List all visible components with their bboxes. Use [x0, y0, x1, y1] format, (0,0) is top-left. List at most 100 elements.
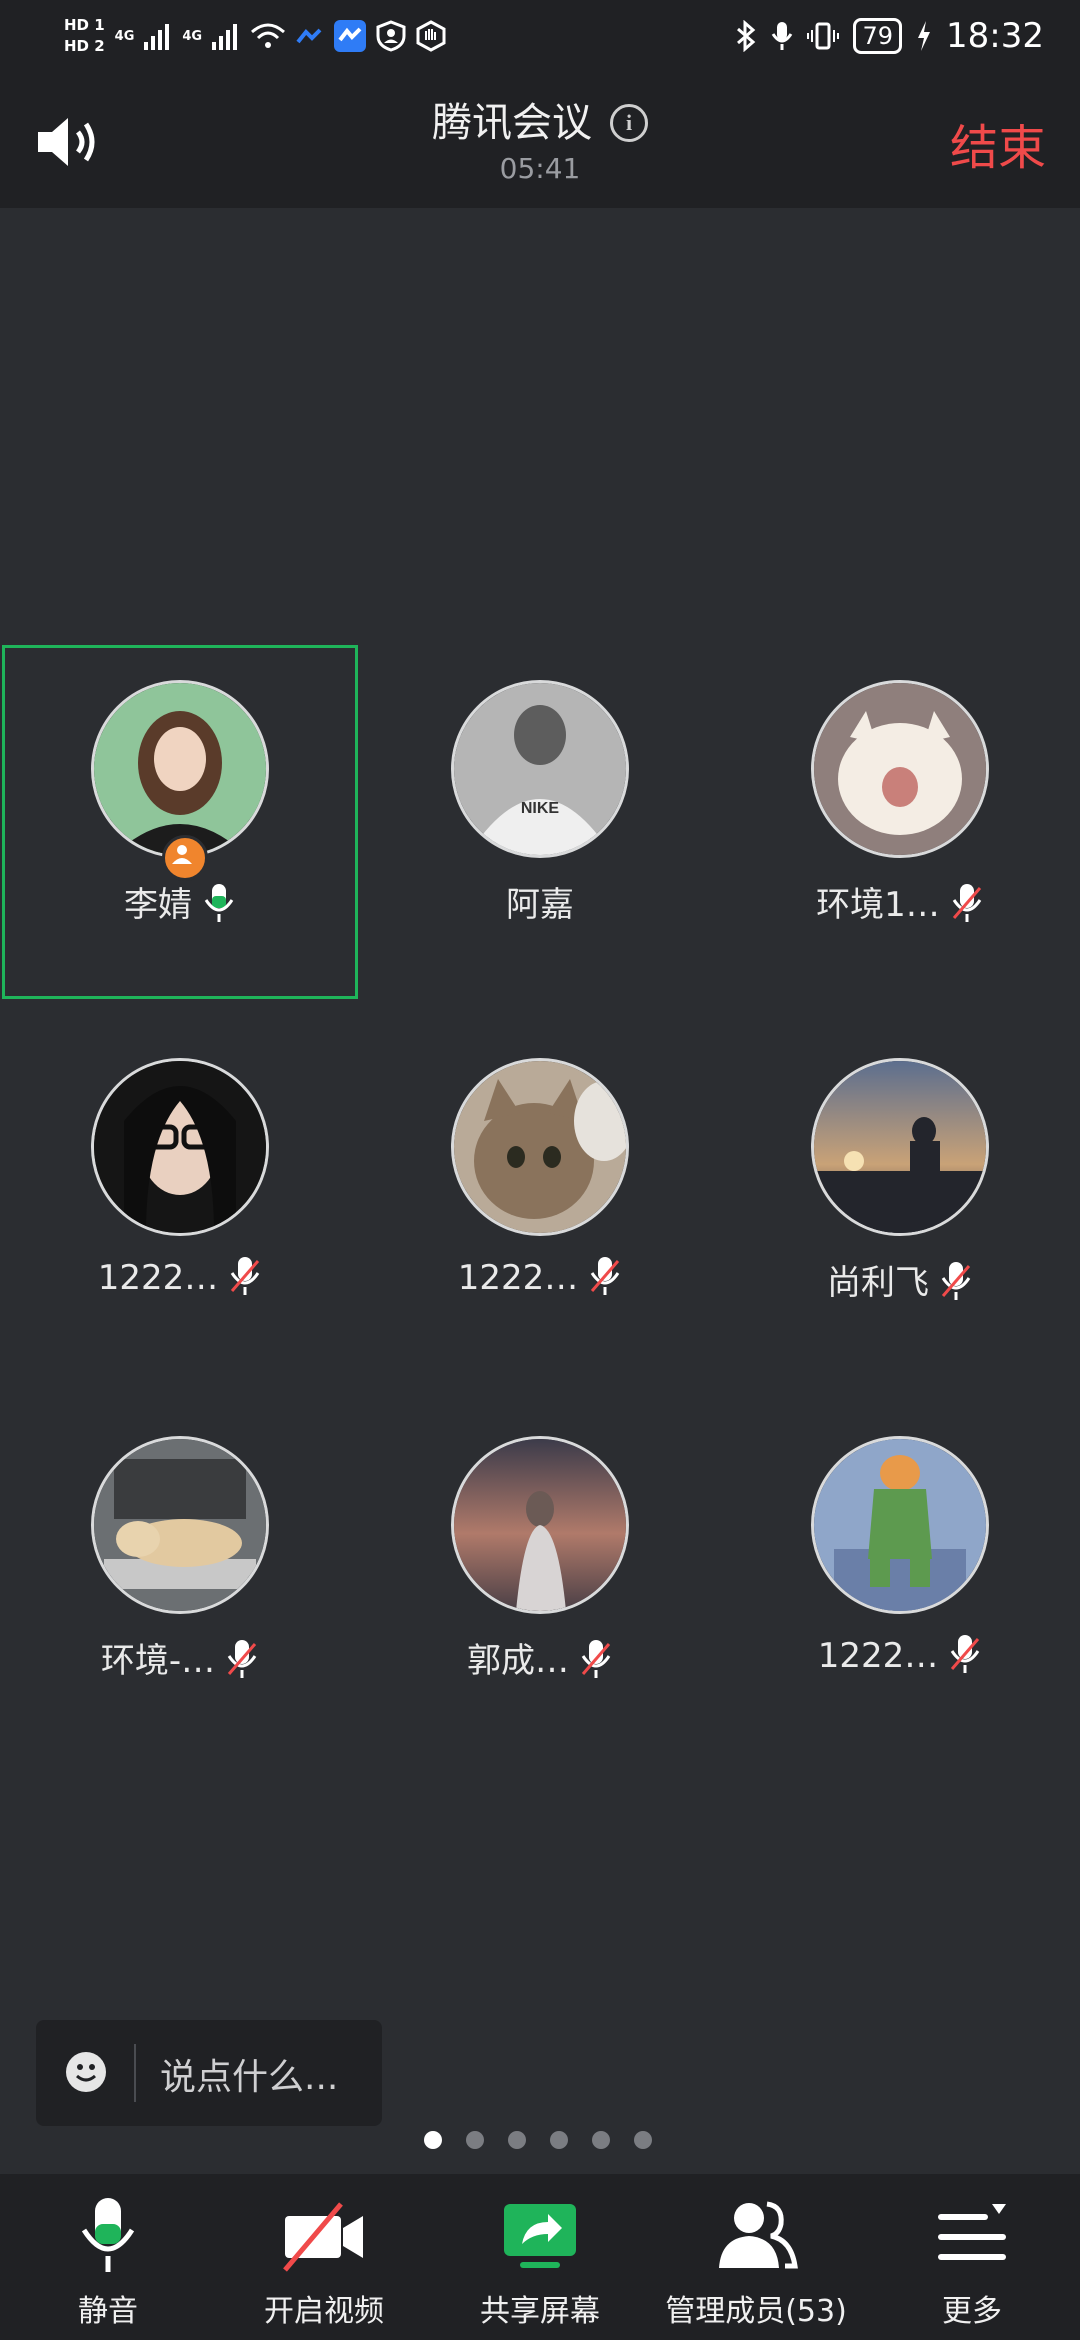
emoji-icon[interactable]	[66, 2052, 106, 2092]
meeting-app-icon	[334, 20, 367, 52]
participant-tile[interactable]: 1222…	[2, 1023, 358, 1377]
mic-muted-icon	[941, 1262, 971, 1300]
hd1-label: HD 1	[64, 16, 105, 34]
page-dot[interactable]	[424, 2131, 442, 2149]
status-left: HD 1 HD 2 4G 4G	[64, 10, 446, 62]
participant-name: 环境1…	[816, 885, 940, 925]
signal-icon	[212, 24, 238, 50]
microphone-icon	[81, 2198, 135, 2272]
participant-name: 1222…	[817, 1636, 939, 1676]
title-wrap: 腾讯会议 i	[0, 90, 1080, 148]
participant-name: 环境-…	[100, 1641, 216, 1681]
chat-placeholder: 说点什么...	[160, 2057, 339, 2098]
network-type-1: 4G	[114, 28, 135, 44]
avatar	[91, 680, 269, 858]
clock: 18:32	[946, 16, 1044, 56]
charging-icon	[918, 21, 931, 51]
wifi-icon	[251, 23, 286, 48]
hand-icon	[416, 20, 446, 52]
manage-members-label: 管理成员(53)	[665, 2294, 847, 2329]
avatar	[91, 1436, 269, 1614]
participant-name-row: 1222…	[362, 1255, 718, 1298]
chat-input[interactable]: 说点什么...	[36, 2020, 382, 2126]
participant-name: 郭成…	[467, 1641, 569, 1681]
app-notification-icon	[296, 28, 322, 44]
bottom-toolbar: 静音 开启视频 共享屏幕 管理成员(53) 更多	[0, 2174, 1080, 2340]
page-dot[interactable]	[634, 2131, 652, 2149]
participant-name-row: 阿嘉	[362, 877, 718, 926]
chat-divider	[134, 2044, 136, 2102]
participant-name: 阿嘉	[506, 885, 574, 925]
microphone-status-icon	[772, 22, 793, 50]
avatar	[451, 1058, 629, 1236]
mute-button[interactable]: 静音	[0, 2174, 216, 2340]
svg-text:NIKE: NIKE	[521, 800, 560, 817]
meeting-timer: 05:41	[499, 152, 581, 185]
participant-name: 李婧	[124, 885, 192, 925]
share-screen-icon	[504, 2204, 576, 2268]
participant-name-row: 环境1…	[722, 877, 1078, 926]
participant-name: 尚利飞	[827, 1263, 929, 1303]
participant-tile[interactable]: 1222…	[722, 1401, 1078, 1755]
network-type-2: 4G	[182, 28, 203, 44]
participant-tile[interactable]: 环境-…	[2, 1401, 358, 1755]
start-video-button[interactable]: 开启视频	[216, 2174, 432, 2340]
video-off-icon	[283, 2202, 363, 2272]
avatar	[91, 1058, 269, 1236]
more-menu-icon	[938, 2204, 1006, 2260]
signal-icon	[144, 24, 170, 50]
info-icon[interactable]: i	[610, 104, 648, 142]
participant-name-row: 郭成…	[362, 1633, 718, 1682]
participant-name-row: 1222…	[722, 1633, 1078, 1676]
manage-members-button[interactable]: 管理成员(53)	[648, 2174, 864, 2340]
participant-name-row: 环境-…	[2, 1633, 358, 1682]
page-indicator	[424, 2131, 652, 2149]
participant-name-row: 尚利飞	[722, 1255, 1078, 1304]
participant-tile[interactable]: 1222…	[362, 1023, 718, 1377]
avatar: NIKE	[451, 680, 629, 858]
more-button[interactable]: 更多	[864, 2174, 1080, 2340]
participant-name-row: 李婧	[2, 877, 358, 926]
participant-tile[interactable]: 郭成…	[362, 1401, 718, 1755]
page-dot[interactable]	[592, 2131, 610, 2149]
status-right: 79 18:32	[735, 10, 1044, 62]
mic-muted-icon	[581, 1640, 611, 1678]
vibrate-icon	[807, 22, 840, 50]
mic-muted-icon	[227, 1640, 257, 1678]
mic-muted-icon	[951, 1635, 980, 1673]
share-screen-label: 共享屏幕	[480, 2294, 600, 2329]
mic-muted-icon	[591, 1257, 620, 1295]
avatar	[811, 1058, 989, 1236]
mic-muted-icon	[231, 1257, 260, 1295]
page-dot[interactable]	[508, 2131, 526, 2149]
meeting-header: 腾讯会议 i 05:41 结束	[0, 72, 1080, 208]
battery-level: 79	[853, 18, 903, 54]
mic-active-icon	[204, 884, 234, 922]
more-label: 更多	[942, 2294, 1002, 2329]
avatar	[811, 680, 989, 858]
shield-user-icon	[376, 20, 406, 52]
hd2-label: HD 2	[64, 37, 105, 55]
end-meeting-button[interactable]: 结束	[950, 108, 1046, 178]
participant-tile[interactable]: 李婧	[2, 645, 358, 999]
status-bar: HD 1 HD 2 4G 4G 79 18:32	[0, 0, 1080, 72]
mute-label: 静音	[78, 2294, 138, 2329]
start-video-label: 开启视频	[264, 2294, 384, 2329]
participant-name: 1222…	[457, 1258, 579, 1298]
participant-tile[interactable]: 环境1…	[722, 645, 1078, 999]
bluetooth-icon	[737, 20, 756, 52]
participant-tile[interactable]: 尚利飞	[722, 1023, 1078, 1377]
host-badge	[162, 835, 208, 881]
members-icon	[719, 2201, 798, 2269]
participant-tile[interactable]: NIKE 阿嘉	[362, 645, 718, 999]
hd-indicators: HD 1 HD 2	[64, 17, 105, 55]
participant-name: 1222…	[97, 1258, 219, 1298]
meeting-title[interactable]: 腾讯会议	[432, 100, 592, 146]
share-screen-button[interactable]: 共享屏幕	[432, 2174, 648, 2340]
page-dot[interactable]	[466, 2131, 484, 2149]
avatar	[451, 1436, 629, 1614]
mic-muted-icon	[952, 884, 982, 922]
participant-name-row: 1222…	[2, 1255, 358, 1298]
page-dot[interactable]	[550, 2131, 568, 2149]
avatar	[811, 1436, 989, 1614]
